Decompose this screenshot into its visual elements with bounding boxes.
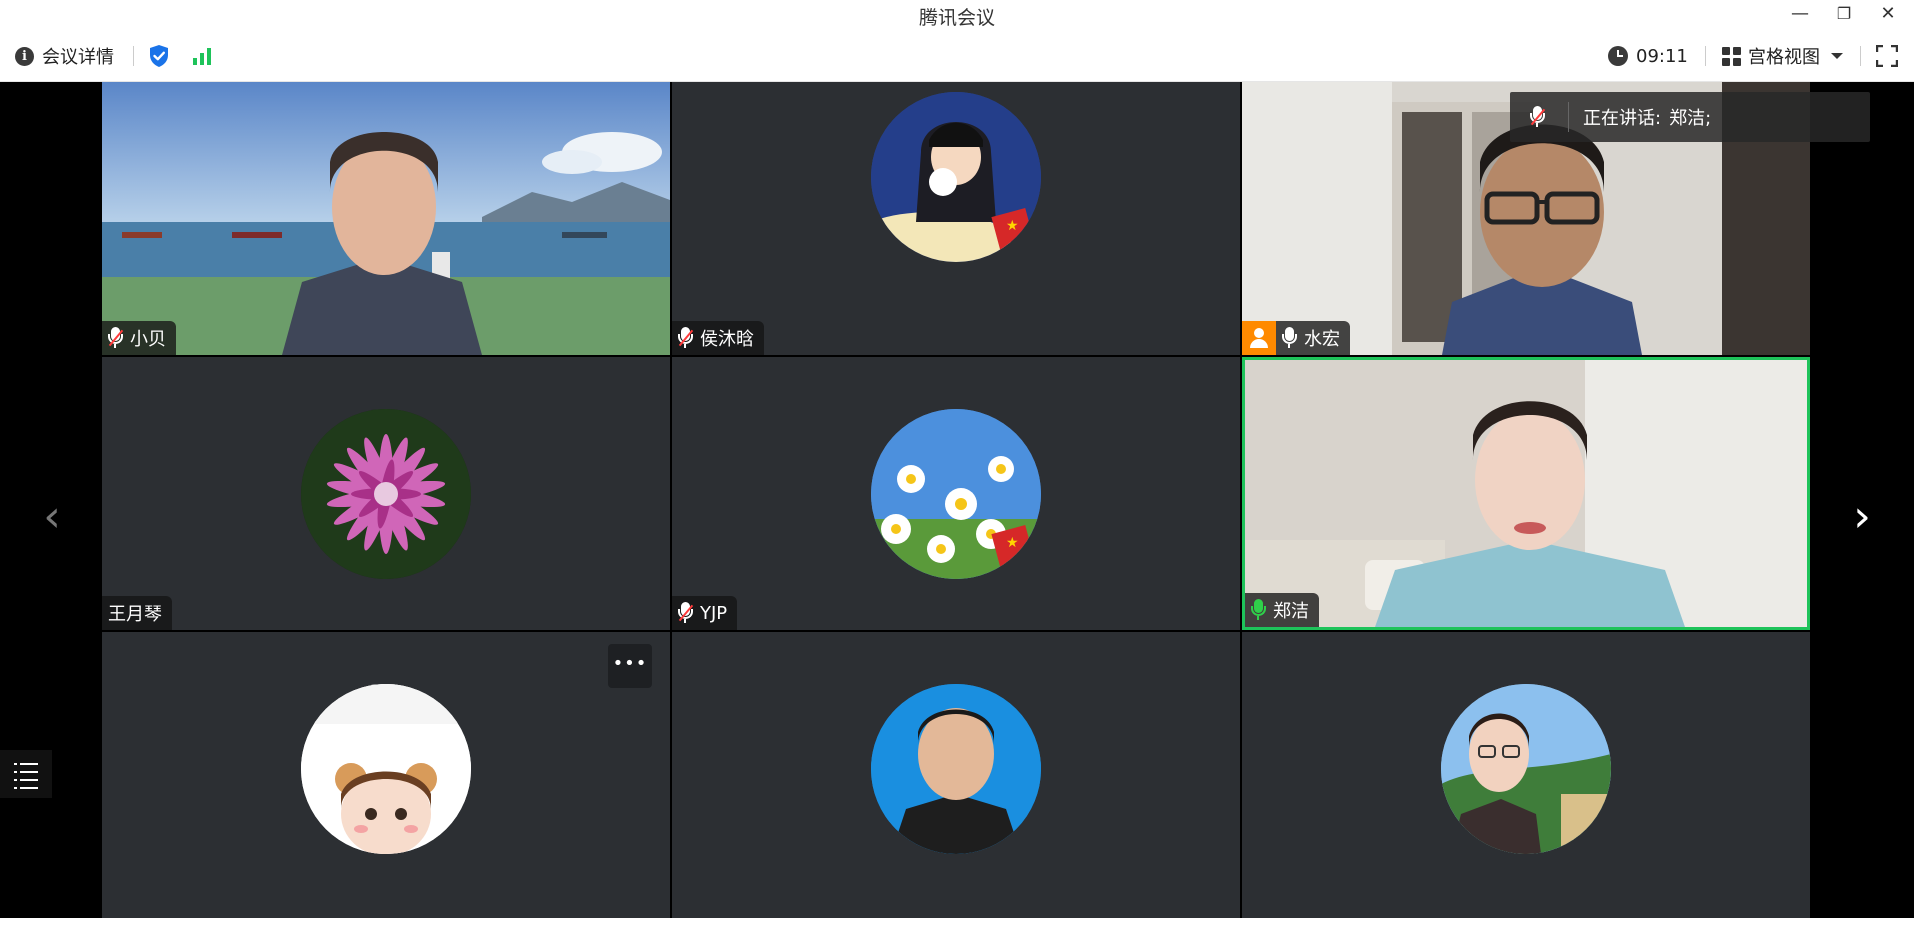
toolbar-divider (1860, 46, 1861, 66)
chevron-down-icon (1831, 53, 1843, 59)
participant-avatar (1441, 684, 1611, 854)
participant-nametag: 水宏 (1242, 321, 1350, 355)
svg-text:★: ★ (1006, 535, 1019, 551)
close-button[interactable]: ✕ (1874, 2, 1902, 26)
clock-icon (1608, 46, 1628, 66)
participant-tile[interactable]: ••• (102, 632, 670, 925)
mic-muted-icon (1530, 106, 1545, 128)
participant-video (1245, 360, 1807, 627)
avatar-image (871, 684, 1041, 854)
network-signal-button[interactable] (192, 30, 212, 82)
mic-icon (1282, 327, 1297, 349)
mic-muted-icon (108, 327, 123, 349)
next-page-arrow[interactable]: › (1842, 487, 1882, 547)
meeting-details-button[interactable]: i 会议详情 (15, 30, 114, 82)
participant-tile[interactable]: 王月琴 (102, 357, 670, 630)
active-speaker-banner: 正在讲话: 郑洁; (1510, 92, 1870, 142)
mic-muted-icon (678, 602, 693, 624)
view-mode-dropdown[interactable]: 宫格视图 (1722, 30, 1844, 82)
title-bar: 腾讯会议 — ❐ ✕ (0, 0, 1914, 30)
participant-name: 侯沐晗 (700, 329, 754, 350)
avatar-image: ★ (871, 409, 1041, 579)
participant-list-button[interactable] (0, 750, 52, 798)
avatar-image (1441, 684, 1611, 854)
meeting-timer: 09:11 (1608, 30, 1688, 82)
participant-avatar (871, 684, 1041, 854)
svg-text:★: ★ (1006, 218, 1019, 234)
participant-name: 小贝 (130, 329, 166, 350)
video-grid-stage: 小贝 ★ 侯沐晗 水宏 王月琴 ★ YJP 郑洁 ••• ‹ › (0, 82, 1914, 925)
mic-muted-icon (678, 327, 693, 349)
participant-name: 王月琴 (108, 604, 162, 625)
participant-nametag: 小贝 (102, 321, 176, 355)
signal-bars-icon (193, 48, 211, 65)
participant-tile[interactable]: 小贝 (102, 82, 670, 355)
participant-avatar: ★ (871, 409, 1041, 579)
participant-tile-active-speaker[interactable]: 郑洁 (1242, 357, 1810, 630)
banner-divider (1568, 102, 1569, 132)
participant-nametag: 侯沐晗 (672, 321, 764, 355)
participant-video (102, 82, 670, 355)
toolbar-divider (1705, 46, 1706, 66)
participant-tile[interactable]: ★ YJP (672, 357, 1240, 630)
fullscreen-icon (1876, 45, 1898, 67)
minimize-button[interactable]: — (1786, 2, 1814, 26)
participant-avatar: ★ (871, 92, 1041, 262)
participant-nametag: YJP (672, 596, 738, 630)
participant-name: YJP (700, 602, 728, 624)
meeting-details-label: 会议详情 (42, 47, 114, 68)
info-icon: i (15, 46, 34, 66)
participant-avatar (301, 409, 471, 579)
mic-speaking-icon (1251, 599, 1266, 621)
avatar-image (301, 409, 471, 579)
toolbar-divider (133, 46, 134, 66)
speaking-names: 郑洁; (1669, 108, 1712, 129)
fullscreen-button[interactable] (1876, 30, 1898, 82)
participant-tile[interactable] (1242, 632, 1810, 925)
meeting-toolbar: i 会议详情 09:11 宫格视图 (0, 30, 1914, 82)
bottom-edge (0, 918, 1914, 925)
shield-icon (150, 45, 168, 67)
avatar-image (301, 684, 471, 854)
participant-nametag: 王月琴 (102, 596, 172, 630)
security-shield-button[interactable] (148, 30, 170, 82)
participant-name: 水宏 (1304, 329, 1340, 350)
window-title: 腾讯会议 (918, 7, 995, 29)
participant-name: 郑洁 (1273, 601, 1309, 622)
participant-nametag: 郑洁 (1245, 593, 1319, 627)
speaking-label: 正在讲话: (1583, 108, 1662, 129)
participant-tile[interactable]: ★ 侯沐晗 (672, 82, 1240, 355)
previous-page-arrow[interactable]: ‹ (32, 487, 72, 547)
view-mode-label: 宫格视图 (1748, 47, 1820, 68)
restore-button[interactable]: ❐ (1830, 2, 1858, 26)
participant-avatar (301, 684, 471, 854)
meeting-timer-value: 09:11 (1636, 45, 1688, 67)
tile-more-options-button[interactable]: ••• (608, 644, 652, 688)
avatar-image: ★ (871, 92, 1041, 262)
grid-view-icon (1722, 46, 1741, 66)
host-icon (1242, 321, 1276, 355)
participant-tile[interactable] (672, 632, 1240, 925)
